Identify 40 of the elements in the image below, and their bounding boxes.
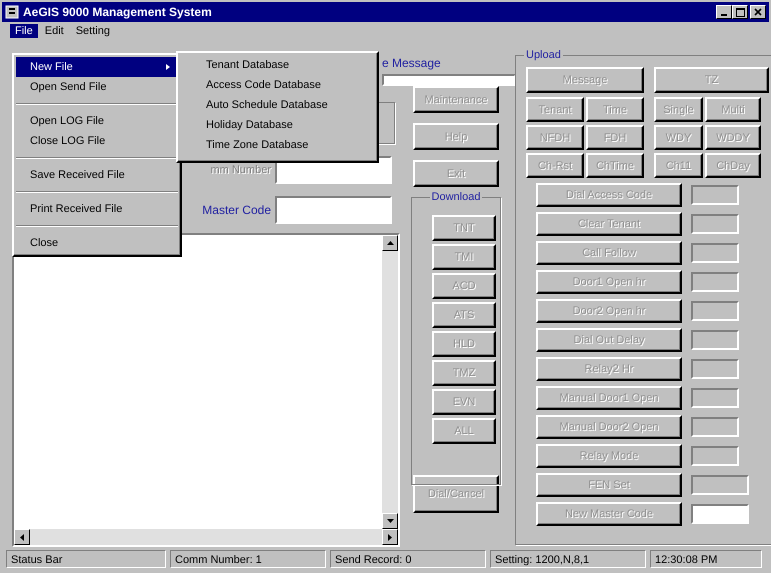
master-code-field[interactable] [275, 196, 392, 224]
right-arrow-icon[interactable] [388, 534, 392, 540]
close-icon [754, 8, 762, 16]
menu-item[interactable]: Auto Schedule Database [180, 97, 375, 117]
status-panel: Send Record: 0 [330, 550, 486, 568]
message-label: e Message [382, 56, 442, 70]
close-button[interactable] [750, 5, 766, 19]
menu-item[interactable]: Tenant Database [180, 57, 375, 77]
menu-item[interactable]: New File [16, 57, 178, 77]
maximize-icon [736, 8, 744, 16]
left-arrow-icon[interactable] [20, 534, 24, 540]
menu-item[interactable]: Time Zone Database [180, 137, 375, 157]
app-icon [5, 5, 19, 19]
upload-title: Upload [524, 49, 563, 61]
window-title: AeGIS 9000 Management System [23, 5, 213, 19]
menu-item[interactable]: Access Code Database [180, 77, 375, 97]
status-panel: 12:30:08 PM [650, 550, 762, 568]
menu-item[interactable]: Setting [70, 24, 115, 38]
status-panel: Status Bar [6, 550, 166, 568]
horizontal-scrollbar[interactable] [14, 529, 398, 545]
download-title: Download [430, 191, 482, 203]
up-arrow-icon[interactable] [386, 241, 394, 245]
maximize-button[interactable] [732, 5, 748, 19]
menu-item[interactable]: Print Received File [16, 199, 178, 219]
menu-item[interactable]: Open LOG File [16, 111, 178, 131]
menu-item[interactable]: Edit [40, 24, 69, 38]
message-field[interactable] [382, 74, 516, 86]
menu-item[interactable]: Open Send File [16, 77, 178, 97]
comm-number-label: mm Number [210, 164, 271, 176]
menu-item[interactable]: Holiday Database [180, 117, 375, 137]
menu-item[interactable]: File [10, 24, 38, 38]
vertical-scrollbar[interactable] [382, 235, 398, 529]
menu-item[interactable]: Close [16, 233, 178, 253]
status-panel: Comm Number: 1 [170, 550, 326, 568]
menu-item[interactable]: Close LOG File [16, 131, 178, 151]
status-panel: Setting: 1200,N,8,1 [490, 550, 646, 568]
master-code-label: Master Code [202, 203, 271, 217]
minimize-button[interactable] [716, 5, 732, 19]
down-arrow-icon[interactable] [386, 519, 394, 523]
menu-item[interactable]: Save Received File [16, 165, 178, 185]
